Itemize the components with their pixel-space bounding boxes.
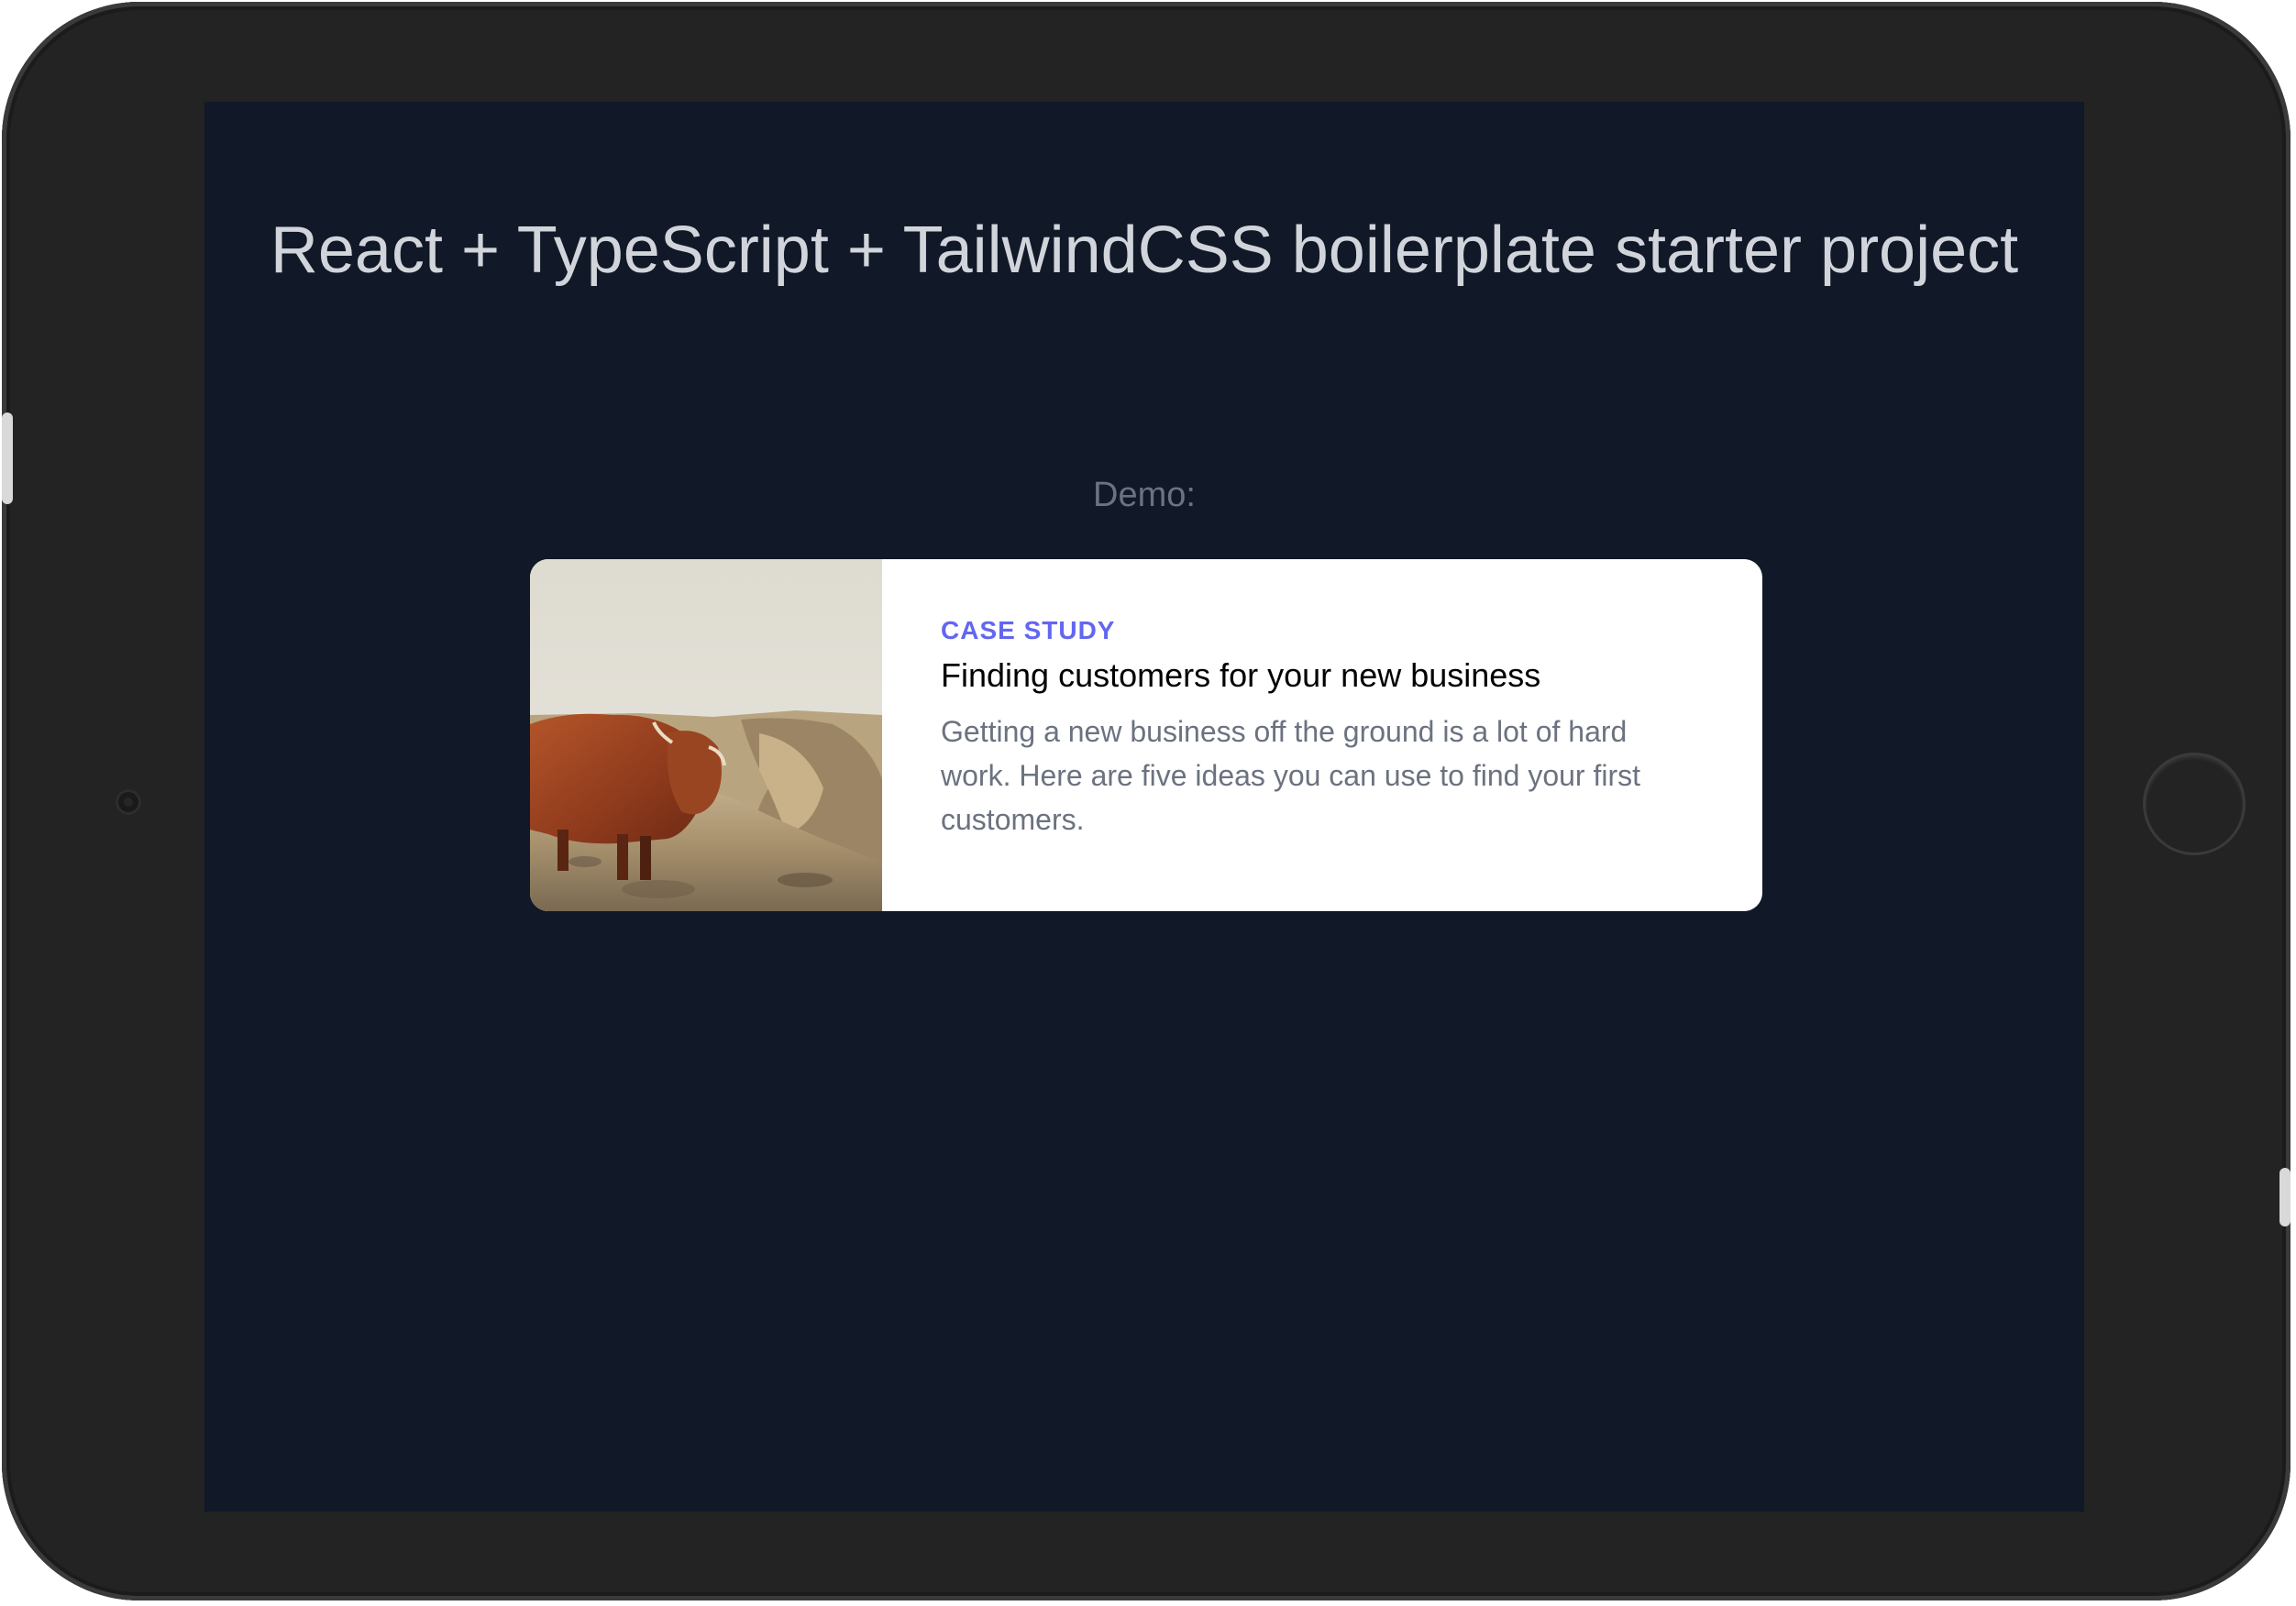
tablet-device-frame: React + TypeScript + TailwindCSS boilerp… [2,2,2290,1600]
highland-cow-image [530,559,882,911]
power-button [2279,1168,2290,1226]
case-study-card[interactable]: Case study Finding customers for your ne… [530,559,1762,911]
home-button[interactable] [2143,753,2246,855]
card-category: Case study [941,616,1116,644]
card-description: Getting a new business off the ground is… [941,715,1641,836]
front-camera [116,789,141,815]
page-title: React + TypeScript + TailwindCSS boilerp… [270,214,2019,287]
card-title-link[interactable]: Finding customers for your new business [941,654,1704,697]
demo-label: Demo: [1093,476,1196,514]
volume-button [2,412,13,504]
card-content: Case study Finding customers for your ne… [882,559,1762,911]
app-screen: React + TypeScript + TailwindCSS boilerp… [204,102,2084,1512]
